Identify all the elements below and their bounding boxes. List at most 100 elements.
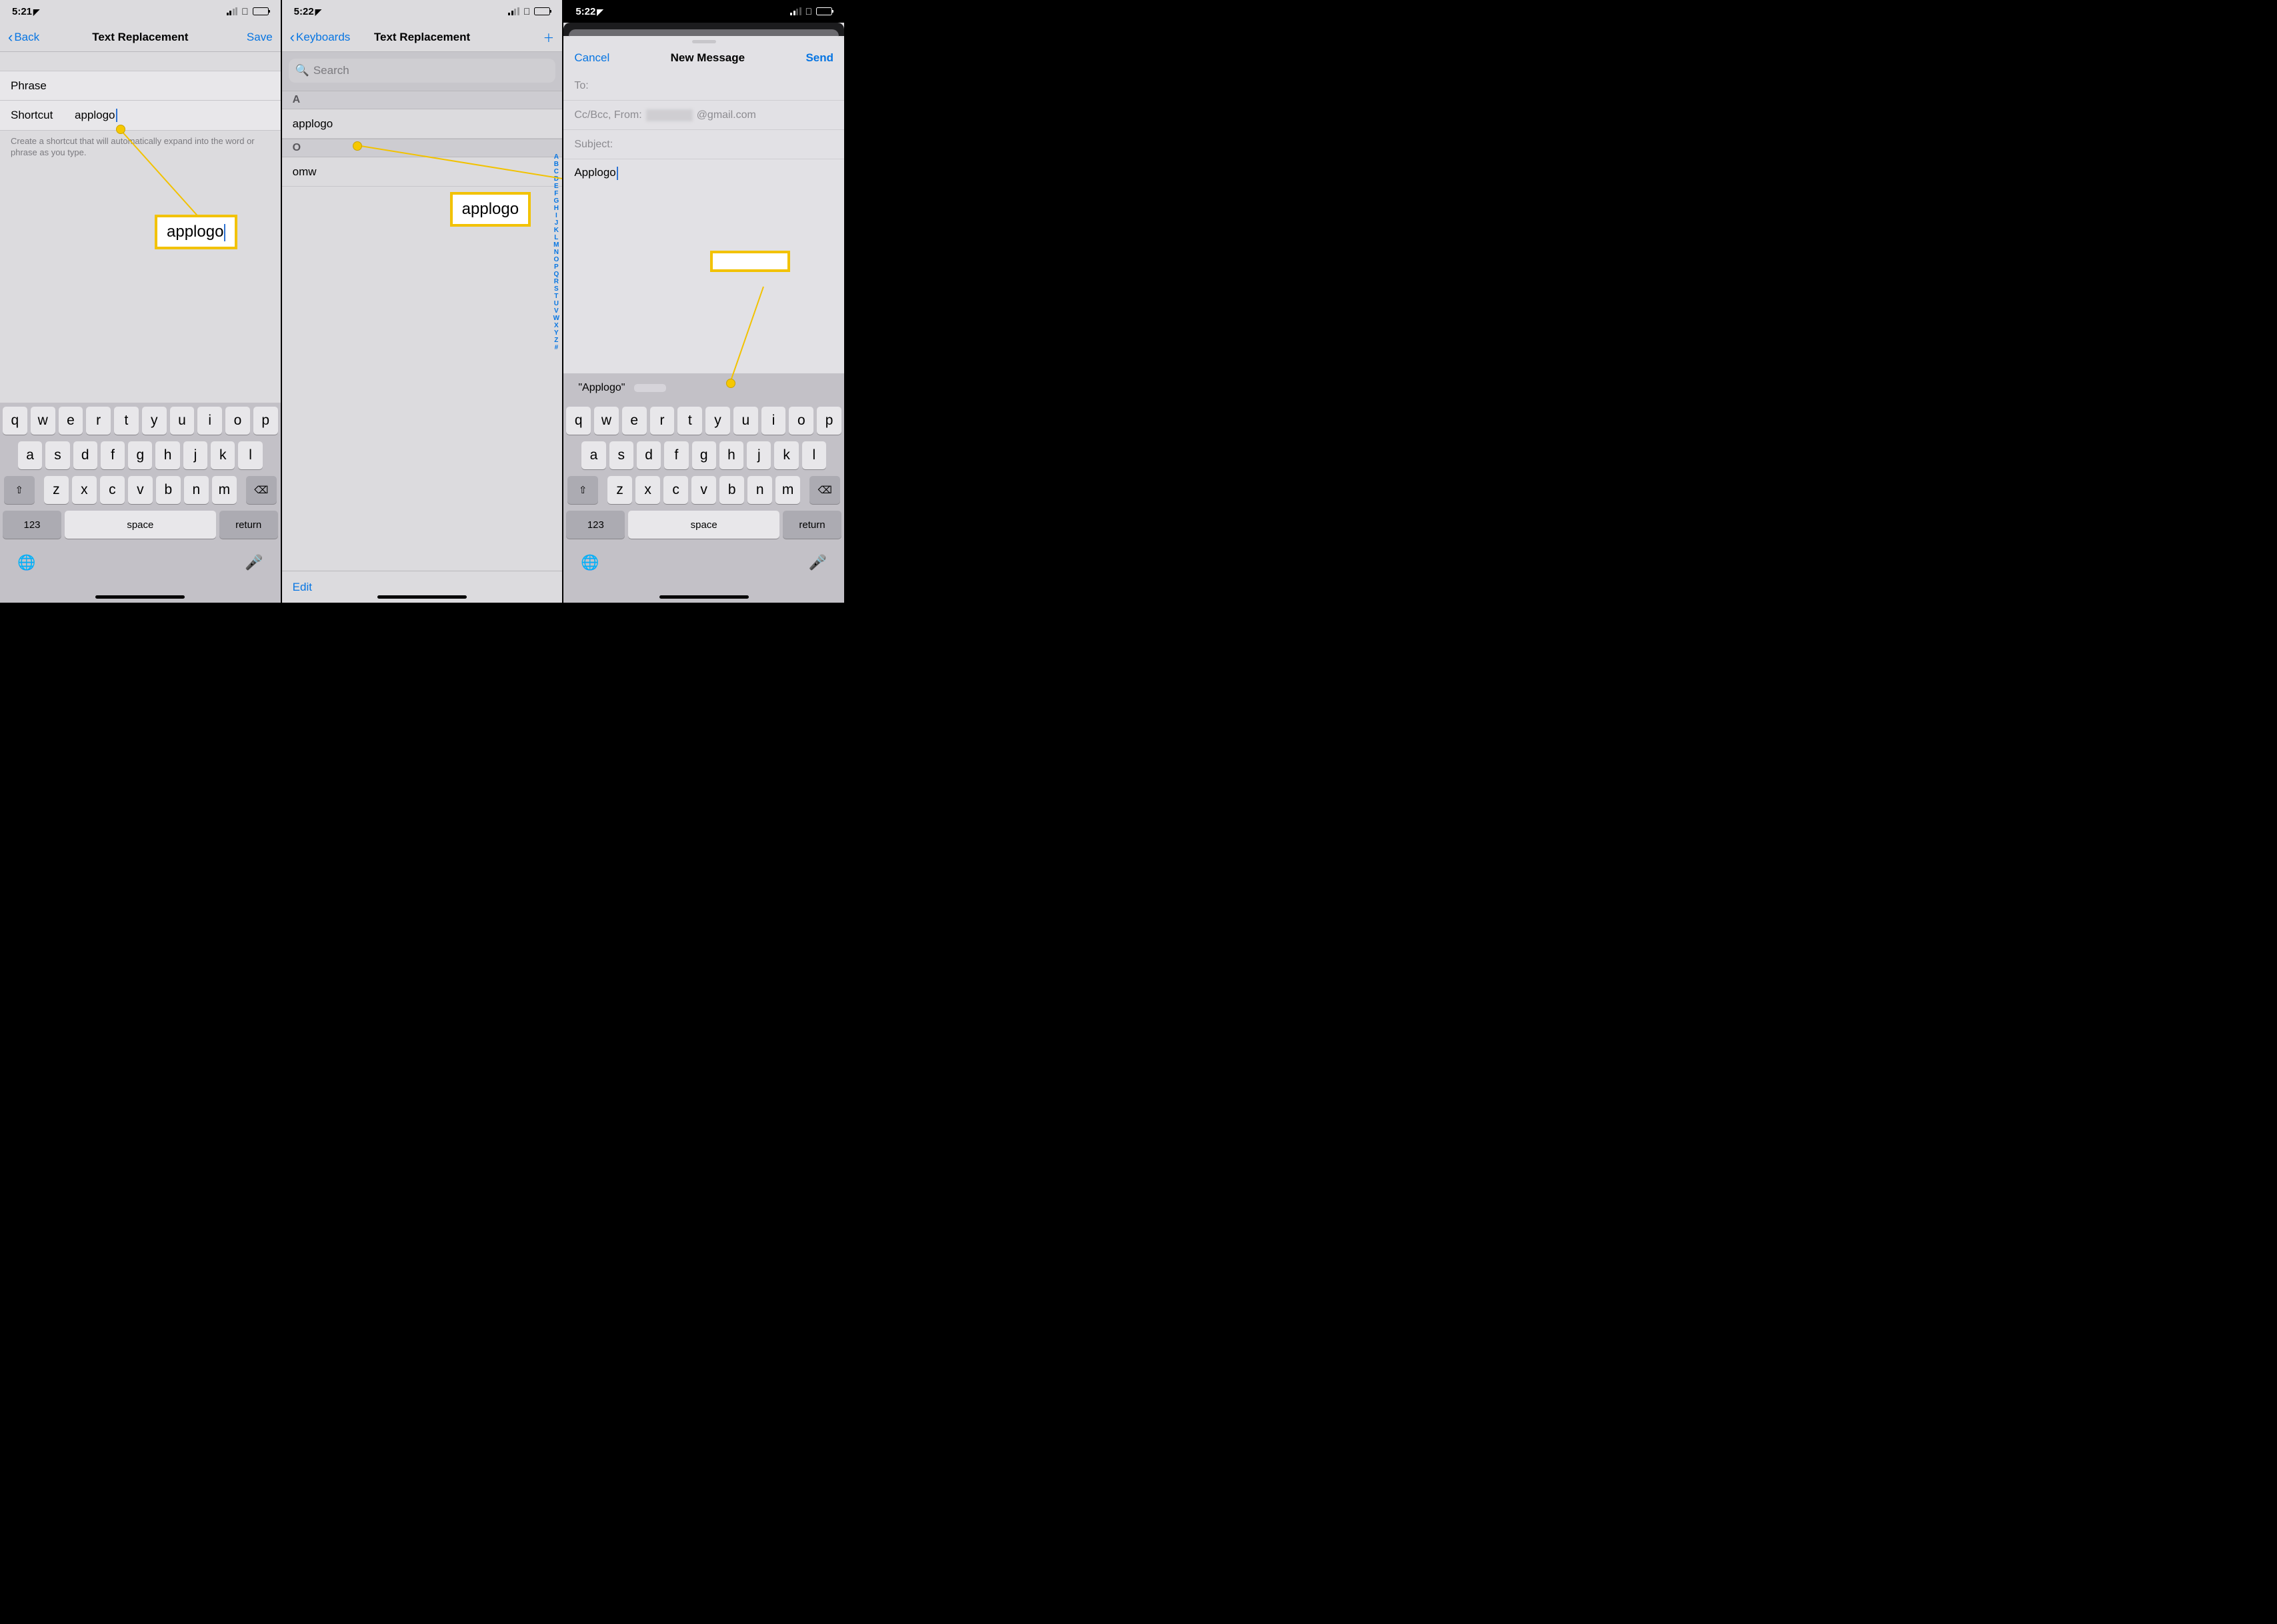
key-x[interactable]: x <box>72 476 97 504</box>
key-i[interactable]: i <box>761 407 786 435</box>
cc-field[interactable]: Cc/Bcc, From: @gmail.com <box>563 101 844 130</box>
key-r[interactable]: r <box>650 407 675 435</box>
backspace-key[interactable]: ⌫ <box>246 476 277 504</box>
globe-icon[interactable]: 🌐 <box>17 554 35 571</box>
key-h[interactable]: h <box>155 441 179 469</box>
key-f[interactable]: f <box>101 441 125 469</box>
keyboard[interactable]: qwertyuiop asdfghjkl ⇧ zxcvbnm ⌫ 123 spa… <box>563 403 844 603</box>
back-button[interactable]: ‹Back <box>8 30 39 45</box>
key-z[interactable]: z <box>44 476 69 504</box>
index-#[interactable]: # <box>555 344 559 351</box>
key-r[interactable]: r <box>86 407 111 435</box>
key-b[interactable]: b <box>719 476 744 504</box>
cancel-button[interactable]: Cancel <box>574 51 609 65</box>
key-s[interactable]: s <box>609 441 633 469</box>
index-P[interactable]: P <box>554 263 559 271</box>
index-B[interactable]: B <box>554 161 559 168</box>
key-t[interactable]: t <box>677 407 702 435</box>
key-f[interactable]: f <box>664 441 688 469</box>
key-n[interactable]: n <box>184 476 209 504</box>
key-g[interactable]: g <box>692 441 716 469</box>
index-W[interactable]: W <box>553 315 559 322</box>
edit-button[interactable]: Edit <box>293 581 312 594</box>
add-button[interactable]: ＋ <box>543 29 554 45</box>
key-p[interactable]: p <box>817 407 841 435</box>
key-i[interactable]: i <box>197 407 222 435</box>
index-R[interactable]: R <box>554 278 559 285</box>
key-y[interactable]: y <box>142 407 167 435</box>
key-q[interactable]: q <box>3 407 27 435</box>
key-q[interactable]: q <box>566 407 591 435</box>
save-button[interactable]: Save <box>247 31 273 44</box>
index-I[interactable]: I <box>555 212 557 219</box>
key-t[interactable]: t <box>114 407 139 435</box>
index-E[interactable]: E <box>554 183 559 190</box>
mic-icon[interactable]: 🎤 <box>809 554 827 571</box>
shift-key[interactable]: ⇧ <box>567 476 598 504</box>
key-w[interactable]: w <box>594 407 619 435</box>
index-J[interactable]: J <box>555 219 559 227</box>
key-c[interactable]: c <box>100 476 125 504</box>
section-index[interactable]: ABCDEFGHIJKLMNOPQRSTUVWXYZ# <box>551 153 561 351</box>
key-b[interactable]: b <box>156 476 181 504</box>
key-c[interactable]: c <box>663 476 688 504</box>
key-o[interactable]: o <box>789 407 813 435</box>
key-h[interactable]: h <box>719 441 743 469</box>
key-m[interactable]: m <box>775 476 800 504</box>
key-g[interactable]: g <box>128 441 152 469</box>
index-L[interactable]: L <box>554 234 558 241</box>
index-N[interactable]: N <box>554 249 559 256</box>
key-m[interactable]: m <box>212 476 237 504</box>
key-k[interactable]: k <box>211 441 235 469</box>
key-l[interactable]: l <box>238 441 262 469</box>
keyboard[interactable]: qwertyuiop asdfghjkl ⇧ zxcvbnm ⌫ 123 spa… <box>0 403 281 603</box>
index-M[interactable]: M <box>553 241 559 249</box>
key-z[interactable]: z <box>607 476 632 504</box>
phrase-row[interactable]: Phrase <box>0 71 281 101</box>
index-H[interactable]: H <box>554 205 559 212</box>
return-key[interactable]: return <box>219 511 278 539</box>
subject-field[interactable]: Subject: <box>563 130 844 159</box>
numbers-key[interactable]: 123 <box>3 511 61 539</box>
message-body[interactable]: Applogo <box>563 159 844 187</box>
index-Q[interactable]: Q <box>553 271 559 278</box>
key-d[interactable]: d <box>73 441 97 469</box>
key-v[interactable]: v <box>691 476 716 504</box>
index-A[interactable]: A <box>554 153 559 161</box>
key-d[interactable]: d <box>637 441 661 469</box>
key-s[interactable]: s <box>45 441 69 469</box>
index-O[interactable]: O <box>553 256 559 263</box>
key-e[interactable]: e <box>59 407 83 435</box>
index-F[interactable]: F <box>554 190 558 197</box>
index-X[interactable]: X <box>554 322 559 329</box>
key-x[interactable]: x <box>635 476 660 504</box>
list-row[interactable]: applogo <box>282 109 563 139</box>
globe-icon[interactable]: 🌐 <box>581 554 599 571</box>
index-K[interactable]: K <box>554 227 559 234</box>
key-j[interactable]: j <box>747 441 771 469</box>
search-field[interactable]: 🔍 Search <box>289 59 556 83</box>
to-field[interactable]: To: <box>563 71 844 101</box>
numbers-key[interactable]: 123 <box>566 511 625 539</box>
index-C[interactable]: C <box>554 168 559 175</box>
home-indicator[interactable] <box>95 595 185 599</box>
return-key[interactable]: return <box>783 511 841 539</box>
back-button[interactable]: ‹Keyboards <box>290 30 351 45</box>
index-S[interactable]: S <box>554 285 559 293</box>
key-l[interactable]: l <box>802 441 826 469</box>
space-key[interactable]: space <box>65 511 216 539</box>
key-u[interactable]: u <box>170 407 195 435</box>
index-U[interactable]: U <box>554 300 559 307</box>
shortcut-row[interactable]: Shortcut applogo <box>0 101 281 130</box>
shift-key[interactable]: ⇧ <box>4 476 35 504</box>
sheet-grabber[interactable] <box>692 40 716 43</box>
index-Y[interactable]: Y <box>554 329 559 337</box>
key-w[interactable]: w <box>31 407 55 435</box>
key-o[interactable]: o <box>225 407 250 435</box>
key-k[interactable]: k <box>774 441 798 469</box>
quicktype-original[interactable]: "Applogo" <box>569 382 634 394</box>
space-key[interactable]: space <box>628 511 779 539</box>
home-indicator[interactable] <box>659 595 749 599</box>
key-u[interactable]: u <box>733 407 758 435</box>
key-y[interactable]: y <box>705 407 730 435</box>
